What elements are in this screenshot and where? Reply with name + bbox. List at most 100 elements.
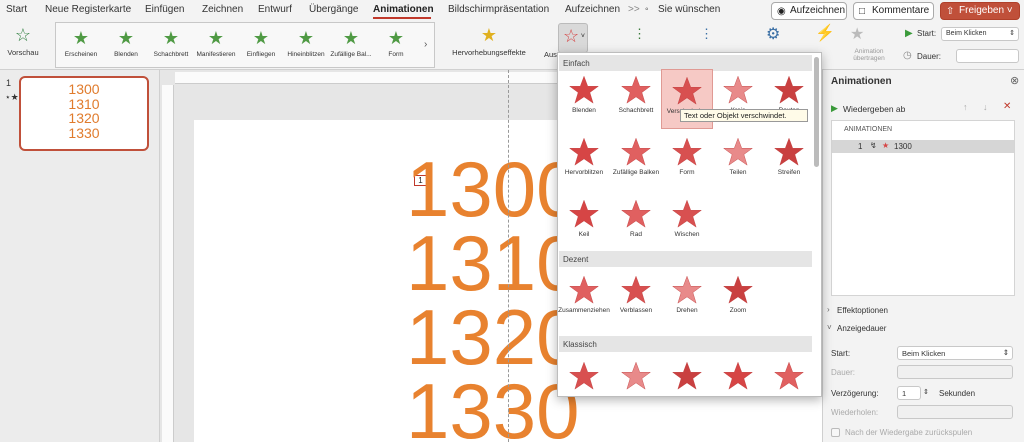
exit-effects-button[interactable]: ☆ ˅ [558, 23, 588, 53]
duration-label: Dauer: [831, 368, 856, 377]
emphasis-effects-button[interactable]: ★ Hervorhebungseffekte [450, 22, 528, 68]
star-icon [672, 275, 702, 304]
star-icon: ★ [72, 28, 90, 48]
effect-manifestieren[interactable]: ★ Manifestieren [194, 25, 238, 71]
tab-entwurf[interactable]: Entwurf [258, 4, 292, 15]
exit-effect-option[interactable]: Rad [610, 193, 662, 253]
exit-effect-label: Teilen [729, 169, 747, 176]
tab-sie-wuenschen[interactable]: Sie wünschen [658, 4, 720, 15]
slide-thumbnail[interactable]: 1300 1310 1320 1330 [19, 76, 149, 151]
animation-painter-icon[interactable]: ★ [850, 24, 864, 44]
exit-star-icon: ☆ [563, 26, 580, 46]
animation-pane-icon[interactable]: ⚙ [766, 24, 780, 44]
start-select[interactable]: Beim Klicken ⇕ [897, 346, 1013, 360]
rewind-checkbox[interactable] [831, 428, 840, 437]
section-dezent: Dezent [559, 251, 812, 267]
exit-effect-option[interactable]: Zoom [712, 269, 764, 329]
effect-options-section[interactable]: Effektoptionen [837, 306, 888, 315]
effect-options-icon[interactable]: ⋮ [633, 26, 646, 42]
tab-neue-registerkarte[interactable]: Neue Registerkarte [45, 4, 131, 15]
slide-number-text[interactable]: 1320 [406, 298, 580, 376]
slide-number-text[interactable]: 1330 [406, 372, 580, 442]
chevron-right-icon[interactable]: › [827, 305, 830, 314]
exit-effect-option[interactable] [712, 355, 764, 396]
play-icon[interactable]: ▶ [831, 103, 838, 114]
tab-start[interactable]: Start [6, 4, 27, 15]
star-icon [621, 75, 651, 104]
star-icon [672, 137, 702, 166]
effect-hineinblitzen[interactable]: ★ Hineinblitzen [284, 25, 328, 71]
ribbon-tab-bar: Start Neue Registerkarte Einfügen Zeichn… [0, 0, 1024, 20]
tab-uebergaenge[interactable]: Übergänge [309, 4, 358, 15]
exit-effect-label: Streifen [777, 169, 801, 176]
effect-schachbrett[interactable]: ★ Schachbrett [149, 25, 193, 71]
effect-einfliegen[interactable]: ★ Einfliegen [239, 25, 283, 71]
animation-list-item[interactable]: 1 ↯ ★ 1300 [832, 140, 1014, 153]
display-duration-section[interactable]: Anzeigedauer [837, 324, 886, 333]
exit-effect-option[interactable]: Schachbrett [610, 69, 662, 129]
exit-effect-option[interactable]: Hervorblitzen [558, 131, 610, 191]
delay-input[interactable]: 1 [897, 386, 921, 400]
close-icon[interactable]: ⊗ [1010, 74, 1019, 87]
exit-effect-option[interactable]: Keil [558, 193, 610, 253]
exit-effect-option[interactable] [558, 355, 610, 396]
trigger-icon[interactable]: ⚡ [815, 23, 835, 43]
exit-effect-option[interactable]: Wischen [661, 193, 713, 253]
exit-effect-option[interactable] [661, 355, 713, 396]
exit-effect-option[interactable]: Streifen [763, 131, 815, 191]
start-select[interactable]: Beim Klicken ⇕ [941, 27, 1019, 41]
add-animation-icon[interactable]: ⋮ [700, 26, 713, 42]
share-button[interactable]: ⇧ Freigeben ˅ [940, 2, 1020, 20]
play-from-label[interactable]: Wiedergeben ab [843, 104, 905, 114]
tab-einfuegen[interactable]: Einfügen [145, 4, 184, 15]
effect-blenden[interactable]: ★ Blenden [104, 25, 148, 71]
exit-effect-option[interactable]: Blenden [558, 69, 610, 129]
star-icon [723, 75, 753, 104]
move-up-icon[interactable]: ↑ [963, 102, 968, 112]
effect-zufaellige-balken[interactable]: ★ Zufällige Bal... [329, 25, 373, 71]
star-icon: ★ [162, 28, 180, 48]
exit-effect-option[interactable] [610, 355, 662, 396]
exit-effect-label: Zoom [729, 307, 747, 314]
slide-number-text[interactable]: 1300 [406, 150, 580, 228]
exit-effect-option[interactable]: Verblassen [610, 269, 662, 329]
effect-erscheinen[interactable]: ★ Erscheinen [59, 25, 103, 71]
exit-effect-option[interactable]: Form [661, 131, 713, 191]
comments-label: Kommentare [872, 5, 930, 16]
duration-input[interactable] [956, 49, 1019, 63]
exit-effect-label: Wischen [674, 231, 700, 238]
comments-button[interactable]: □ Kommentare [853, 2, 934, 20]
tab-animationen[interactable]: Animationen [373, 4, 434, 15]
delete-icon[interactable]: ✕ [1003, 101, 1011, 112]
repeat-select[interactable] [897, 405, 1013, 419]
exit-effect-option[interactable] [763, 355, 815, 396]
emphasis-label: Hervorhebungseffekte [452, 48, 526, 57]
exit-effect-label: Schachbrett [618, 107, 654, 114]
start-label: Start: [917, 29, 937, 38]
effect-form[interactable]: ★ Form [374, 25, 418, 71]
exit-effect-option[interactable]: Drehen [661, 269, 713, 329]
move-down-icon[interactable]: ↓ [983, 102, 988, 112]
tab-aufzeichnen[interactable]: Aufzeichnen [565, 4, 620, 15]
chevron-updown-icon: ⇕ [1002, 348, 1009, 357]
preview-button[interactable]: ☆ Vorschau [2, 22, 44, 68]
stepper-icon[interactable]: ⇕ [923, 388, 929, 396]
more-tabs-icon[interactable]: >> [628, 4, 640, 15]
star-icon [621, 199, 651, 228]
tab-bildschirmpraesentation[interactable]: Bildschirmpräsentation [448, 4, 549, 15]
gallery-more-icon[interactable]: › [424, 39, 427, 50]
exit-effect-option[interactable]: Zusammenziehen [558, 269, 610, 329]
effect-label: Schachbrett [153, 51, 189, 58]
slide-number-text[interactable]: 1310 [406, 224, 580, 302]
preview-label: Vorschau [7, 48, 39, 57]
exit-effect-option[interactable]: Teilen [712, 131, 764, 191]
duration-select[interactable] [897, 365, 1013, 379]
tab-zeichnen[interactable]: Zeichnen [202, 4, 243, 15]
comment-icon: □ [859, 6, 866, 17]
delay-label: Verzögerung: [831, 389, 879, 398]
effect-label: Zufällige Bal... [330, 51, 372, 58]
star-icon [774, 75, 804, 104]
record-button[interactable]: ◉ Aufzeichnen [771, 2, 847, 20]
chevron-down-icon[interactable]: ˅ [827, 323, 832, 332]
exit-effect-option[interactable]: Zufällige Balken [610, 131, 662, 191]
